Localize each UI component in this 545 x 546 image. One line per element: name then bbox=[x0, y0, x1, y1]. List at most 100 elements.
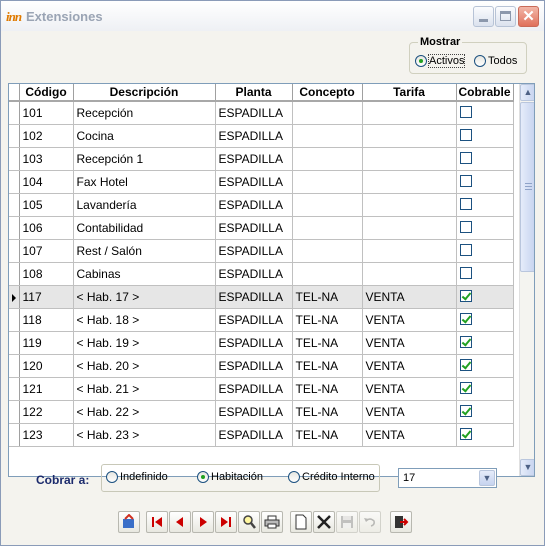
table-row[interactable]: 105 Lavandería ESPADILLA bbox=[9, 193, 514, 217]
cobrable-checkbox[interactable] bbox=[459, 106, 472, 119]
cell-planta[interactable]: ESPADILLA bbox=[215, 147, 293, 171]
cell-tarifa[interactable] bbox=[362, 193, 457, 217]
radio-todos[interactable] bbox=[474, 55, 486, 68]
cell-descripcion[interactable]: Recepción 1 bbox=[73, 147, 216, 171]
cell-concepto[interactable]: TEL-NA bbox=[292, 331, 363, 355]
save-button[interactable] bbox=[336, 511, 358, 533]
cell-codigo[interactable]: 123 bbox=[19, 423, 74, 447]
cell-concepto[interactable] bbox=[292, 170, 363, 194]
cobrable-checkbox[interactable] bbox=[459, 221, 472, 233]
cell-tarifa[interactable]: VENTA bbox=[362, 377, 457, 401]
close-button[interactable]: ✕ bbox=[518, 6, 539, 27]
cell-codigo[interactable]: 122 bbox=[19, 400, 74, 424]
maximize-button[interactable] bbox=[495, 6, 516, 27]
cell-concepto[interactable] bbox=[292, 193, 363, 217]
scroll-down-button[interactable]: ▼ bbox=[520, 459, 534, 476]
cell-tarifa[interactable] bbox=[362, 262, 457, 286]
minimize-button[interactable] bbox=[473, 6, 494, 27]
table-row[interactable]: 103 Recepción 1 ESPADILLA bbox=[9, 147, 514, 171]
cell-planta[interactable]: ESPADILLA bbox=[215, 354, 293, 378]
cell-descripcion[interactable]: < Hab. 22 > bbox=[73, 400, 216, 424]
cell-tarifa[interactable] bbox=[362, 239, 457, 263]
cell-descripcion[interactable]: < Hab. 19 > bbox=[73, 331, 216, 355]
cobrable-checkbox[interactable] bbox=[459, 290, 472, 302]
mostrar-option-activos[interactable]: Activos bbox=[415, 54, 466, 69]
cobrar-select[interactable]: 17 ▼ bbox=[398, 468, 497, 488]
table-row[interactable]: 104 Fax Hotel ESPADILLA bbox=[9, 170, 514, 194]
radio-indefinido[interactable] bbox=[106, 471, 118, 484]
refresh-button[interactable] bbox=[118, 511, 140, 533]
cobrable-checkbox[interactable] bbox=[459, 405, 472, 417]
cell-planta[interactable]: ESPADILLA bbox=[215, 308, 293, 332]
cobrar-option-indefinido[interactable]: Indefinido bbox=[106, 471, 168, 484]
cobrable-checkbox[interactable] bbox=[459, 428, 472, 440]
header-planta[interactable]: Planta bbox=[215, 84, 293, 102]
table-row[interactable]: 118 < Hab. 18 > ESPADILLA TEL-NA VENTA bbox=[9, 308, 514, 332]
cell-planta[interactable]: ESPADILLA bbox=[215, 400, 293, 424]
radio-credito-interno[interactable] bbox=[288, 471, 300, 484]
cell-codigo[interactable]: 106 bbox=[19, 216, 74, 240]
cell-tarifa[interactable] bbox=[362, 216, 457, 240]
table-row[interactable]: 120 < Hab. 20 > ESPADILLA TEL-NA VENTA bbox=[9, 354, 514, 378]
cell-planta[interactable]: ESPADILLA bbox=[215, 239, 293, 263]
radio-habitacion[interactable] bbox=[197, 471, 209, 484]
table-row[interactable]: 119 < Hab. 19 > ESPADILLA TEL-NA VENTA bbox=[9, 331, 514, 355]
cell-tarifa[interactable] bbox=[362, 170, 457, 194]
search-button[interactable] bbox=[238, 511, 260, 533]
cell-planta[interactable]: ESPADILLA bbox=[215, 170, 293, 194]
cobrable-checkbox[interactable] bbox=[459, 129, 472, 141]
cell-descripcion[interactable]: Recepción bbox=[73, 101, 216, 125]
table-row[interactable]: 102 Cocina ESPADILLA bbox=[9, 124, 514, 148]
vertical-scrollbar[interactable]: ▲ ▼ bbox=[519, 84, 534, 476]
table-row[interactable]: 117 < Hab. 17 > ESPADILLA TEL-NA VENTA bbox=[9, 285, 514, 309]
cobrar-option-credito[interactable]: Crédito Interno bbox=[288, 471, 375, 484]
title-bar[interactable]: inn Extensiones ✕ bbox=[1, 1, 544, 31]
cobrar-option-habitacion[interactable]: Habitación bbox=[197, 471, 263, 484]
cell-concepto[interactable]: TEL-NA bbox=[292, 400, 363, 424]
cell-codigo[interactable]: 107 bbox=[19, 239, 74, 263]
cell-planta[interactable]: ESPADILLA bbox=[215, 423, 293, 447]
cobrable-checkbox[interactable] bbox=[459, 313, 472, 325]
cell-concepto[interactable] bbox=[292, 147, 363, 171]
cell-codigo[interactable]: 104 bbox=[19, 170, 74, 194]
cell-descripcion[interactable]: Contabilidad bbox=[73, 216, 216, 240]
cell-concepto[interactable]: TEL-NA bbox=[292, 354, 363, 378]
cell-tarifa[interactable]: VENTA bbox=[362, 400, 457, 424]
header-tarifa[interactable]: Tarifa bbox=[362, 84, 457, 102]
table-row[interactable]: 122 < Hab. 22 > ESPADILLA TEL-NA VENTA bbox=[9, 400, 514, 424]
cell-planta[interactable]: ESPADILLA bbox=[215, 193, 293, 217]
cell-codigo[interactable]: 120 bbox=[19, 354, 74, 378]
table-row[interactable]: 107 Rest / Salón ESPADILLA bbox=[9, 239, 514, 263]
cell-planta[interactable]: ESPADILLA bbox=[215, 101, 293, 125]
cell-descripcion[interactable]: < Hab. 18 > bbox=[73, 308, 216, 332]
last-record-button[interactable] bbox=[215, 511, 237, 533]
exit-button[interactable] bbox=[390, 511, 412, 533]
cell-codigo[interactable]: 117 bbox=[19, 285, 74, 309]
header-descripcion[interactable]: Descripción bbox=[73, 84, 216, 102]
cell-planta[interactable]: ESPADILLA bbox=[215, 285, 293, 309]
cell-concepto[interactable] bbox=[292, 216, 363, 240]
cobrable-checkbox[interactable] bbox=[459, 359, 472, 371]
cell-planta[interactable]: ESPADILLA bbox=[215, 216, 293, 240]
new-button[interactable] bbox=[290, 511, 312, 533]
cell-codigo[interactable]: 108 bbox=[19, 262, 74, 286]
cobrable-checkbox[interactable] bbox=[459, 267, 472, 279]
cell-concepto[interactable]: TEL-NA bbox=[292, 423, 363, 447]
cell-concepto[interactable] bbox=[292, 124, 363, 148]
mostrar-option-todos[interactable]: Todos bbox=[474, 55, 517, 68]
cell-tarifa[interactable] bbox=[362, 147, 457, 171]
cell-planta[interactable]: ESPADILLA bbox=[215, 377, 293, 401]
header-concepto[interactable]: Concepto bbox=[292, 84, 363, 102]
cell-planta[interactable]: ESPADILLA bbox=[215, 331, 293, 355]
cell-tarifa[interactable]: VENTA bbox=[362, 423, 457, 447]
cell-descripcion[interactable]: Lavandería bbox=[73, 193, 216, 217]
scroll-thumb[interactable] bbox=[520, 102, 534, 272]
table-row[interactable]: 108 Cabinas ESPADILLA bbox=[9, 262, 514, 286]
delete-button[interactable] bbox=[313, 511, 335, 533]
cell-descripcion[interactable]: < Hab. 17 > bbox=[73, 285, 216, 309]
cell-concepto[interactable]: TEL-NA bbox=[292, 377, 363, 401]
cell-concepto[interactable] bbox=[292, 262, 363, 286]
cell-descripcion[interactable]: < Hab. 23 > bbox=[73, 423, 216, 447]
cell-concepto[interactable]: TEL-NA bbox=[292, 285, 363, 309]
print-button[interactable] bbox=[261, 511, 283, 533]
